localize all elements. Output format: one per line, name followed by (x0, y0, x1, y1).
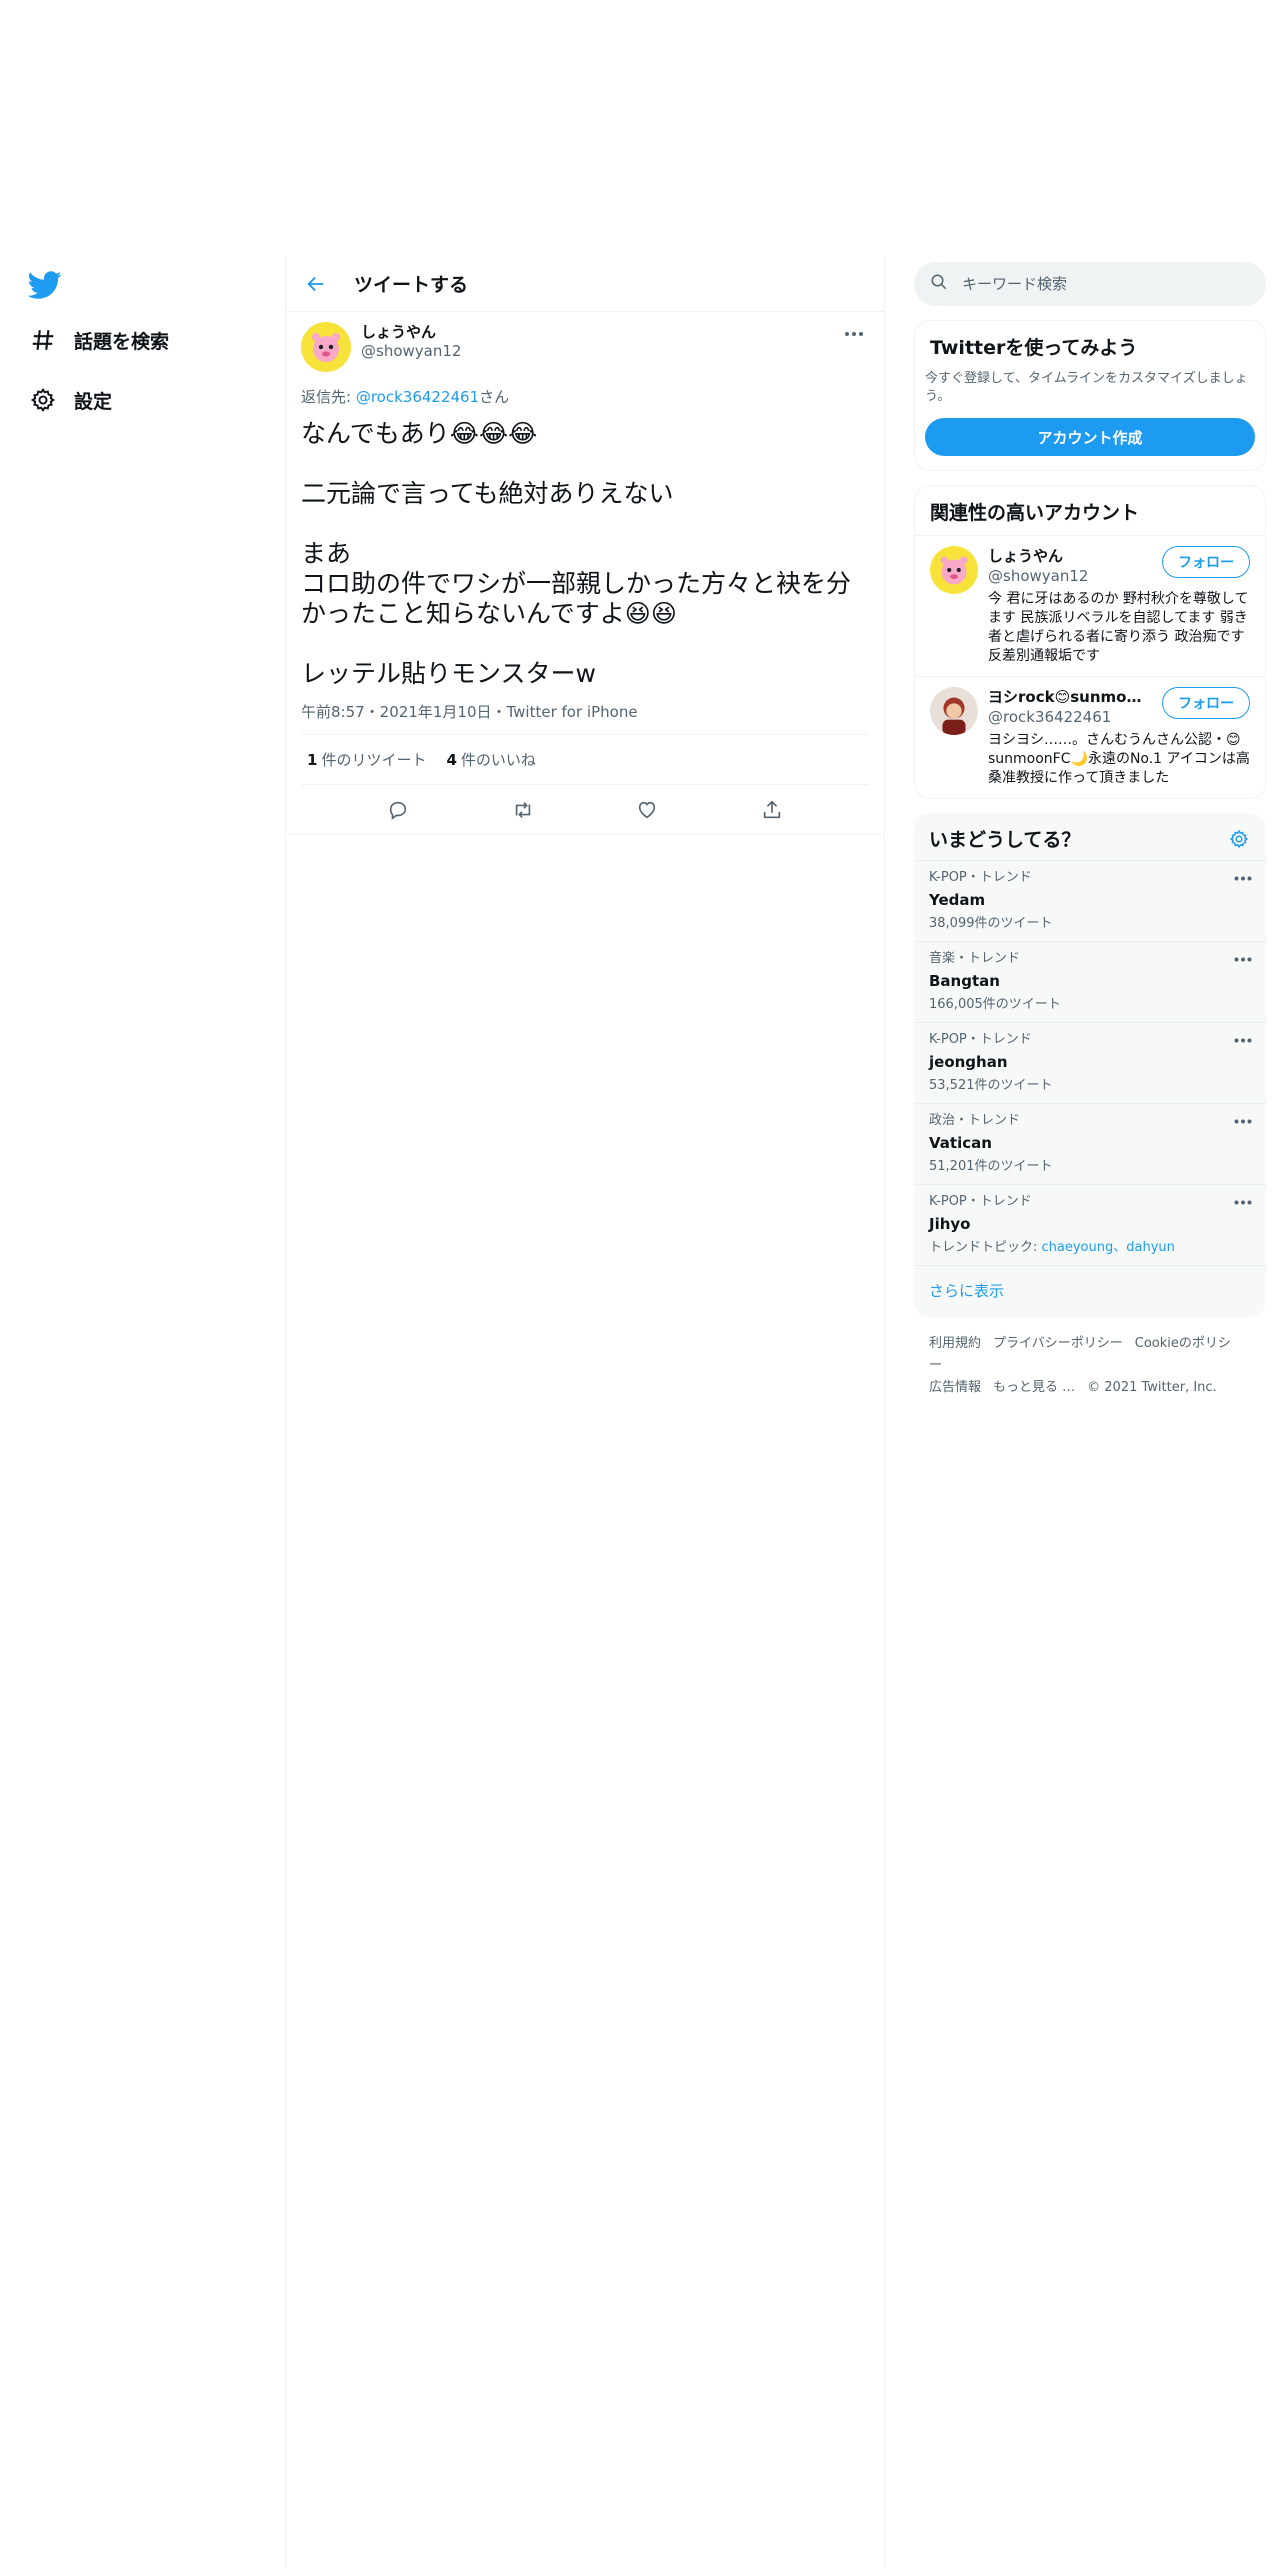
gear-icon (28, 385, 58, 415)
twitter-logo-icon[interactable] (27, 268, 62, 302)
trend-name: Bangtan (929, 972, 1000, 990)
avatar[interactable] (301, 322, 351, 372)
author-handle[interactable]: @showyan12 (361, 342, 461, 361)
search-input[interactable] (962, 275, 1242, 293)
trend-topics: トレンドトピック: chaeyoung、dahyun (929, 1239, 1251, 1257)
trend-context: 音楽・トレンド (929, 951, 1021, 966)
nav-explore[interactable]: 話題を検索 (28, 320, 169, 360)
reply-to: 返信先: @rock36422461さん (301, 386, 869, 407)
related-accounts-card: 関連性の高いアカウント しょうやん @showyan12 フォロー 今 君に牙は… (914, 485, 1266, 799)
likes-stat[interactable]: 4 件のいいね (446, 749, 535, 770)
more-options-icon[interactable] (839, 324, 869, 344)
account-bio: ヨシヨシ……。さんむうんさん公認・😊sunmoonFC🌙永遠のNo.1 アイコン… (988, 732, 1250, 786)
author-name[interactable]: しょうやん (361, 322, 461, 342)
trend-count: 38,099件のツイート (929, 916, 1053, 931)
trend-context: K-POP・トレンド (929, 1194, 1032, 1209)
tweet-header: ツイートする (286, 256, 884, 312)
more-options-icon[interactable] (1232, 1114, 1254, 1128)
signup-subtitle: 今すぐ登録して、タイムラインをカスタマイズしましょう。 (925, 371, 1248, 404)
account-name[interactable]: ヨシrock😊sunmoon… (988, 687, 1148, 707)
gear-icon[interactable] (1227, 827, 1251, 851)
create-account-button[interactable]: アカウント作成 (925, 418, 1255, 456)
like-icon[interactable] (627, 790, 667, 830)
trend-item[interactable]: K-POP・トレンド Yedam 38,099件のツイート (914, 860, 1266, 941)
tweet-actions (286, 785, 884, 835)
right-sidebar: Twitterを使ってみよう 今すぐ登録して、タイムラインをカスタマイズしましょ… (914, 262, 1266, 1399)
trend-topic-label: トレンドトピック: (929, 1240, 1042, 1255)
retweets-stat[interactable]: 1 件のリツイート (307, 749, 426, 770)
hashtag-icon (28, 325, 58, 355)
arrow-left-icon (307, 276, 324, 291)
nav-explore-label: 話題を検索 (74, 330, 170, 353)
footer: 利用規約 プライバシーポリシー Cookieのポリシー 広告情報 もっと見る … © 2… (914, 1333, 1266, 1399)
account-name[interactable]: しょうやん (988, 546, 1088, 566)
trend-context: K-POP・トレンド (929, 1032, 1032, 1047)
footer-link[interactable]: 広告情報 (929, 1380, 981, 1395)
more-options-icon[interactable] (1232, 1195, 1254, 1209)
follow-button[interactable]: フォロー (1162, 687, 1250, 719)
retweet-icon[interactable] (503, 790, 543, 830)
trend-count: 53,521件のツイート (929, 1078, 1053, 1093)
trend-item[interactable]: K-POP・トレンド jeonghan 53,521件のツイート (914, 1022, 1266, 1103)
footer-link[interactable]: 利用規約 (929, 1336, 981, 1351)
nav-settings[interactable]: 設定 (28, 380, 112, 420)
share-icon[interactable] (752, 790, 792, 830)
tweet-stats: 1 件のリツイート 4 件のいいね (301, 735, 869, 785)
likes-label: 件のいいね (460, 751, 536, 769)
tweet-meta[interactable]: 午前8:57・2021年1月10日・Twitter for iPhone (301, 701, 869, 735)
more-options-icon[interactable] (1232, 1033, 1254, 1047)
trend-topic-tags[interactable]: chaeyoung、dahyun (1042, 1240, 1175, 1255)
retweets-count: 1 (307, 751, 318, 769)
footer-link[interactable]: プライバシーポリシー (993, 1336, 1123, 1351)
trend-context: K-POP・トレンド (929, 870, 1032, 885)
trend-item[interactable]: 政治・トレンド Vatican 51,201件のツイート (914, 1103, 1266, 1184)
tweet: しょうやん @showyan12 返信先: @rock36422461さん なん… (286, 312, 884, 835)
account-item[interactable]: しょうやん @showyan12 フォロー 今 君に牙はあるのか 野村秋介を尊敬… (915, 535, 1265, 676)
trend-context: 政治・トレンド (929, 1113, 1021, 1128)
account-handle[interactable]: @rock36422461 (988, 707, 1148, 727)
main-column: ツイートする しょうやん @showyan12 返信先: @rock364224… (285, 256, 885, 2568)
search-box[interactable] (914, 262, 1266, 306)
more-options-icon[interactable] (1232, 871, 1254, 885)
signup-title: Twitterを使ってみよう (930, 337, 1138, 359)
trends-title: いまどうしてる？ (929, 829, 1081, 851)
nav-settings-label: 設定 (74, 390, 113, 413)
trend-name: Vatican (929, 1134, 992, 1152)
trends-card: いまどうしてる？ K-POP・トレンド Yedam 38,099件のツイート 音… (914, 813, 1266, 1317)
reply-prefix: 返信先: (301, 388, 356, 406)
account-bio: 今 君に牙はあるのか 野村秋介を尊敬してます 民族派リベラルを自認してます 弱き… (988, 591, 1249, 664)
reply-handle-link[interactable]: @rock36422461 (356, 388, 479, 406)
follow-button[interactable]: フォロー (1162, 546, 1250, 578)
avatar[interactable] (930, 687, 978, 735)
account-item[interactable]: ヨシrock😊sunmoon… @rock36422461 フォロー ヨシヨシ…… (915, 676, 1265, 798)
likes-count: 4 (446, 751, 457, 769)
trend-count: 51,201件のツイート (929, 1159, 1053, 1174)
retweets-label: 件のリツイート (321, 751, 427, 769)
trend-name: Jihyo (929, 1215, 971, 1233)
trend-count: 166,005件のツイート (929, 997, 1061, 1012)
trend-item[interactable]: 音楽・トレンド Bangtan 166,005件のツイート (914, 941, 1266, 1022)
footer-link[interactable]: もっと見る … (993, 1380, 1075, 1395)
related-title: 関連性の高いアカウント (930, 502, 1140, 524)
trend-item[interactable]: K-POP・トレンド Jihyo トレンドトピック: chaeyoung、dah… (914, 1184, 1266, 1265)
reply-icon[interactable] (378, 790, 418, 830)
search-icon (930, 273, 948, 295)
trend-name: Yedam (929, 891, 986, 909)
show-more-link[interactable]: さらに表示 (914, 1265, 1266, 1317)
account-handle[interactable]: @showyan12 (988, 566, 1088, 586)
copyright: © 2021 Twitter, Inc. (1087, 1380, 1217, 1395)
signup-card: Twitterを使ってみよう 今すぐ登録して、タイムラインをカスタマイズしましょ… (914, 320, 1266, 471)
more-options-icon[interactable] (1232, 952, 1254, 966)
back-button[interactable] (296, 264, 336, 304)
page-title: ツイートする (354, 274, 469, 296)
avatar[interactable] (930, 546, 978, 594)
trend-name: jeonghan (929, 1053, 1008, 1071)
reply-suffix: さん (479, 388, 510, 406)
tweet-text: なんでもあり😂😂😂 二元論で言っても絶対ありえない まあ コロ助の件でワシが一部… (301, 419, 852, 688)
